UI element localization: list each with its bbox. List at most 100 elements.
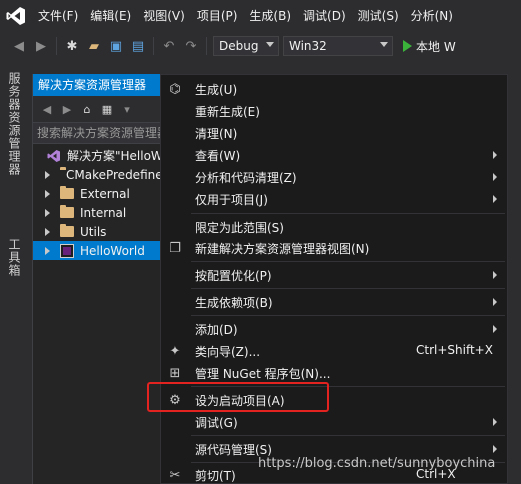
- folder-icon: [60, 224, 74, 237]
- tree-item-label: HelloWorld: [80, 243, 145, 258]
- submenu-arrow-icon: [493, 151, 497, 159]
- submenu-arrow-icon: [493, 173, 497, 181]
- chevron-down-icon: [380, 42, 388, 47]
- menu-item-pgo[interactable]: 按配置优化(P): [161, 264, 507, 286]
- watermark-text: https://blog.csdn.net/sunnyboychina: [258, 456, 496, 471]
- menu-file[interactable]: 文件(F): [32, 0, 84, 32]
- solution-label: 解决方案"HelloWorld": [67, 149, 162, 163]
- menu-item-dependencies[interactable]: 生成依赖项(B): [161, 291, 507, 313]
- menu-item-label: 生成(U): [195, 83, 238, 97]
- submenu-arrow-icon: [493, 195, 497, 203]
- menu-item-build[interactable]: ⌬ 生成(U): [161, 78, 507, 100]
- menu-item-debug[interactable]: 调试(G): [161, 411, 507, 433]
- config-value: Debug: [219, 39, 259, 53]
- expand-icon[interactable]: [45, 227, 50, 236]
- menu-item-clean[interactable]: 清理(N): [161, 122, 507, 144]
- folder-icon: [60, 205, 74, 218]
- menu-item-label: 限定为此范围(S): [195, 221, 284, 235]
- menu-separator: [191, 435, 505, 436]
- tree-item-label: CMakePredefinedTargets: [66, 167, 162, 182]
- menu-item-scope[interactable]: 限定为此范围(S): [161, 216, 507, 238]
- home-icon[interactable]: ⌂: [79, 101, 95, 117]
- menu-build[interactable]: 生成(B): [243, 0, 297, 32]
- tree-item-cmake[interactable]: CMakePredefinedTargets: [33, 165, 162, 184]
- cpp-project-icon: [60, 243, 74, 258]
- run-button[interactable]: 本地 W: [403, 38, 456, 55]
- expand-icon[interactable]: [45, 170, 50, 179]
- platform-value: Win32: [289, 39, 327, 53]
- tree-item-label: External: [80, 186, 130, 201]
- menu-item-shortcut: Ctrl+Shift+X: [416, 343, 493, 357]
- menu-analyze[interactable]: 分析(N): [405, 0, 459, 32]
- class-wizard-icon: ✦: [169, 343, 181, 359]
- forward-icon[interactable]: ▶: [32, 37, 50, 55]
- undo-icon[interactable]: ↶: [160, 37, 178, 55]
- solution-explorer-toolbar: ◀ ▶ ⌂ ▦ ▾: [33, 96, 162, 122]
- menu-project[interactable]: 项目(P): [191, 0, 244, 32]
- expand-icon[interactable]: [45, 189, 50, 198]
- menu-item-label: 按配置优化(P): [195, 269, 272, 283]
- back-icon[interactable]: ◀: [39, 101, 55, 117]
- menu-item-rebuild[interactable]: 重新生成(E): [161, 100, 507, 122]
- folder-icon: [60, 186, 74, 199]
- expand-icon[interactable]: [45, 208, 50, 217]
- menu-item-view[interactable]: 查看(W): [161, 144, 507, 166]
- build-icon: ⌬: [169, 81, 181, 97]
- back-icon[interactable]: ◀: [10, 37, 28, 55]
- side-tab-strip: 服务器资源管理器 工具箱: [0, 60, 28, 484]
- menu-item-label: 剪切(T): [195, 469, 236, 483]
- menu-item-label: 重新生成(E): [195, 105, 260, 119]
- chevron-down-icon: [266, 42, 274, 47]
- toolbox-tab[interactable]: 工具箱: [6, 238, 23, 277]
- menu-view[interactable]: 视图(V): [137, 0, 191, 32]
- config-dropdown[interactable]: Debug: [213, 36, 279, 56]
- platform-dropdown[interactable]: Win32: [283, 36, 393, 56]
- menu-separator: [191, 288, 505, 289]
- tree-item-internal[interactable]: Internal: [33, 203, 162, 222]
- menu-item-nuget[interactable]: ⊞ 管理 NuGet 程序包(N)...: [161, 362, 507, 384]
- forward-icon[interactable]: ▶: [59, 101, 75, 117]
- visual-studio-logo: [0, 0, 32, 32]
- save-all-icon[interactable]: ▤: [129, 37, 147, 55]
- menu-separator: [191, 315, 505, 316]
- chevron-down-icon[interactable]: ▾: [119, 101, 135, 117]
- toolbar-separator: [56, 37, 57, 55]
- menu-item-project-only[interactable]: 仅用于项目(J): [161, 188, 507, 210]
- save-icon[interactable]: ▣: [107, 37, 125, 55]
- redo-icon[interactable]: ↷: [182, 37, 200, 55]
- menu-item-new-view[interactable]: ❐ 新建解决方案资源管理器视图(N): [161, 237, 507, 259]
- solution-node[interactable]: 解决方案"HelloWorld": [33, 146, 162, 165]
- menu-item-class-wizard[interactable]: ✦ 类向导(Z)... Ctrl+Shift+X: [161, 340, 507, 362]
- submenu-arrow-icon: [493, 325, 497, 333]
- expand-icon[interactable]: [45, 246, 50, 255]
- solution-icon: [47, 149, 61, 163]
- menu-debug[interactable]: 调试(D): [297, 0, 352, 32]
- submenu-arrow-icon: [493, 298, 497, 306]
- open-folder-icon[interactable]: ▰: [85, 37, 103, 55]
- menu-separator: [191, 213, 505, 214]
- play-icon: [403, 40, 412, 52]
- solution-explorer-panel: 解决方案资源管理器 ◀ ▶ ⌂ ▦ ▾ 搜索解决方案资源管理器 解决方案"Hel…: [32, 74, 162, 484]
- new-item-icon[interactable]: ✱: [63, 37, 81, 55]
- tree-item-external[interactable]: External: [33, 184, 162, 203]
- tree-item-label: Utils: [80, 224, 107, 239]
- submenu-arrow-icon: [493, 271, 497, 279]
- menu-separator: [191, 261, 505, 262]
- main-toolbar: ◀ ▶ ✱ ▰ ▣ ▤ ↶ ↷ Debug Win32 本地 W: [0, 32, 521, 60]
- menu-item-label: 查看(W): [195, 149, 241, 163]
- switch-views-icon[interactable]: ▦: [99, 101, 115, 117]
- menu-item-label: 清理(N): [195, 127, 238, 141]
- menu-item-add[interactable]: 添加(D): [161, 318, 507, 340]
- menu-item-label: 分析和代码清理(Z): [195, 171, 297, 185]
- menu-bar: 文件(F) 编辑(E) 视图(V) 项目(P) 生成(B) 调试(D) 测试(S…: [0, 0, 521, 32]
- solution-search-input[interactable]: 搜索解决方案资源管理器: [33, 122, 162, 144]
- menu-test[interactable]: 测试(S): [352, 0, 405, 32]
- tree-item-utils[interactable]: Utils: [33, 222, 162, 241]
- menu-item-analyze[interactable]: 分析和代码清理(Z): [161, 166, 507, 188]
- tree-item-label: Internal: [80, 205, 127, 220]
- solution-explorer-title: 解决方案资源管理器: [33, 74, 162, 96]
- tree-item-helloworld[interactable]: HelloWorld: [33, 241, 162, 260]
- menu-edit[interactable]: 编辑(E): [84, 0, 137, 32]
- scissors-icon: ✂: [169, 467, 181, 483]
- server-explorer-tab[interactable]: 服务器资源管理器: [6, 72, 23, 176]
